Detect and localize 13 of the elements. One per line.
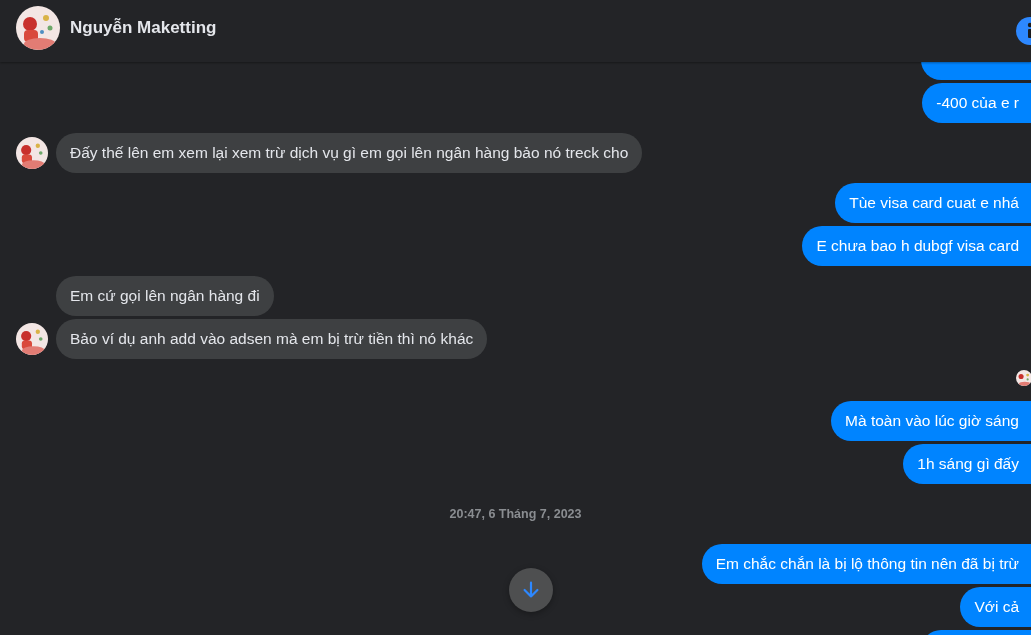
sent-message: Với cả <box>960 587 1031 627</box>
scroll-down-button[interactable] <box>509 568 553 612</box>
sent-message: E chưa bao h dubgf visa card <box>802 226 1031 266</box>
sent-message: Tùe visa card cuat e nhá <box>835 183 1031 223</box>
timestamp: 20:47, 6 Tháng 7, 2023 <box>449 506 582 522</box>
received-message: Em cứ gọi lên ngân hàng đi <box>56 276 274 316</box>
received-message: Đấy thế lên em xem lại xem trừ dịch vụ gì em gọi lên ngân hàng bảo nó treck cho <box>56 133 643 173</box>
sent-message: 1h sáng gì đấy <box>903 444 1031 484</box>
received-message: Bảo ví dụ anh add vào adsen mà em bị trừ tiền thì nó khác <box>56 319 488 359</box>
sent-message: Em chắc chắn là bị lộ thông tin nên đã bị trừ <box>701 544 1031 584</box>
sent-message: -400 của e r <box>922 83 1031 123</box>
sent-message: Mà toàn vào lúc giờ sáng <box>831 401 1031 441</box>
contact-name: Nguyễn Maketting <box>70 18 217 38</box>
